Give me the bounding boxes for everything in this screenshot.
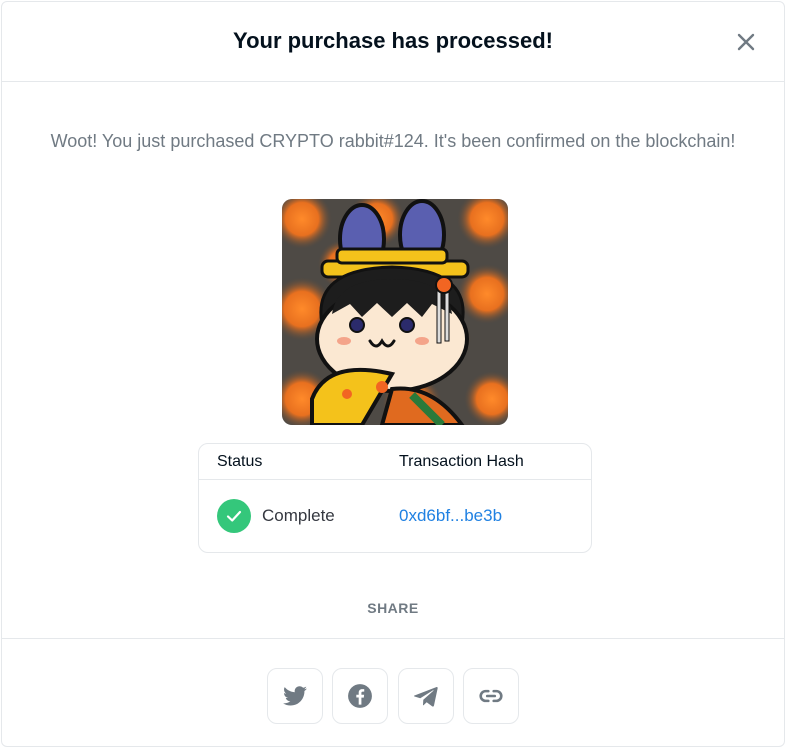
copy-link-button[interactable] bbox=[463, 668, 519, 724]
close-icon bbox=[737, 33, 755, 51]
modal-title: Your purchase has processed! bbox=[233, 28, 553, 53]
facebook-icon bbox=[348, 684, 372, 708]
check-circle-icon bbox=[217, 499, 251, 533]
share-footer bbox=[2, 638, 784, 748]
telegram-icon bbox=[414, 687, 438, 707]
nft-image bbox=[282, 199, 508, 425]
status-value: Complete bbox=[262, 506, 335, 525]
link-icon bbox=[479, 689, 503, 703]
hash-column-header: Transaction Hash bbox=[399, 453, 524, 470]
close-button[interactable] bbox=[734, 30, 758, 54]
share-telegram-button[interactable] bbox=[398, 668, 454, 724]
share-label: SHARE bbox=[367, 600, 419, 616]
transaction-hash-link[interactable]: 0xd6bf...be3b bbox=[399, 506, 502, 526]
rabbit-nft-artwork bbox=[282, 199, 508, 425]
share-facebook-button[interactable] bbox=[332, 668, 388, 724]
share-twitter-button[interactable] bbox=[267, 668, 323, 724]
transaction-table-header: Status Transaction Hash bbox=[199, 444, 591, 480]
purchase-message: Woot! You just purchased CRYPTO rabbit#1… bbox=[50, 131, 736, 151]
transaction-table: Status Transaction Hash Complete 0xd6bf.… bbox=[198, 443, 592, 553]
purchase-modal: Your purchase has processed! Woot! You j… bbox=[1, 1, 785, 747]
modal-header: Your purchase has processed! bbox=[2, 2, 784, 82]
status-column-header: Status bbox=[217, 453, 263, 470]
twitter-icon bbox=[283, 686, 307, 706]
